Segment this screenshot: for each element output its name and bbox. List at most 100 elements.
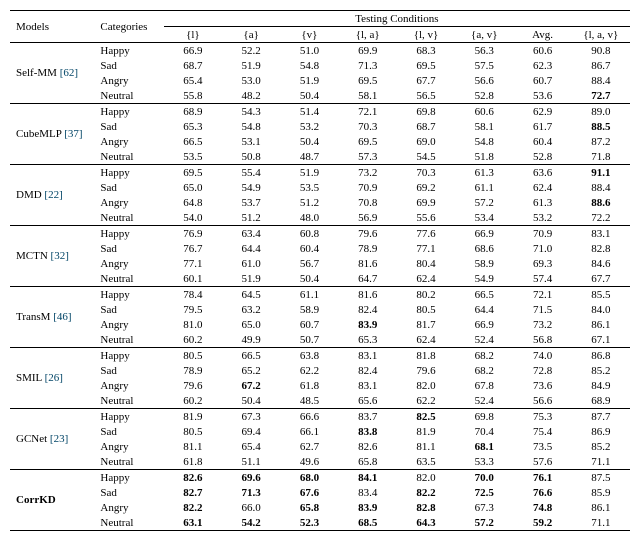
value-cell: 60.7 xyxy=(513,73,571,88)
value-cell: 72.5 xyxy=(455,485,513,500)
value-cell: 50.4 xyxy=(222,393,280,409)
category-name: Sad xyxy=(97,302,163,317)
value-cell: 89.0 xyxy=(572,104,630,120)
value-cell: 49.9 xyxy=(222,332,280,348)
header-col: {l, a} xyxy=(339,27,397,43)
value-cell: 66.6 xyxy=(280,409,338,425)
value-cell: 82.0 xyxy=(397,470,455,486)
value-cell: 82.2 xyxy=(164,500,222,515)
value-cell: 60.7 xyxy=(280,317,338,332)
header-col: Avg. xyxy=(513,27,571,43)
value-cell: 71.5 xyxy=(513,302,571,317)
value-cell: 83.4 xyxy=(339,485,397,500)
category-name: Happy xyxy=(97,43,163,59)
value-cell: 62.4 xyxy=(397,332,455,348)
value-cell: 79.6 xyxy=(397,363,455,378)
value-cell: 68.9 xyxy=(572,393,630,409)
value-cell: 83.1 xyxy=(339,348,397,364)
value-cell: 50.7 xyxy=(280,332,338,348)
category-name: Happy xyxy=(97,226,163,242)
value-cell: 65.3 xyxy=(339,332,397,348)
value-cell: 55.8 xyxy=(164,88,222,104)
value-cell: 66.5 xyxy=(164,134,222,149)
value-cell: 91.1 xyxy=(572,165,630,181)
value-cell: 53.1 xyxy=(222,134,280,149)
value-cell: 82.0 xyxy=(397,378,455,393)
value-cell: 55.4 xyxy=(222,165,280,181)
value-cell: 67.7 xyxy=(397,73,455,88)
value-cell: 61.3 xyxy=(455,165,513,181)
value-cell: 65.8 xyxy=(280,500,338,515)
value-cell: 59.2 xyxy=(513,515,571,531)
category-name: Angry xyxy=(97,195,163,210)
category-name: Neutral xyxy=(97,393,163,409)
value-cell: 73.5 xyxy=(513,439,571,454)
value-cell: 67.7 xyxy=(572,271,630,287)
value-cell: 68.5 xyxy=(339,515,397,531)
value-cell: 66.9 xyxy=(455,226,513,242)
value-cell: 67.1 xyxy=(572,332,630,348)
value-cell: 81.7 xyxy=(397,317,455,332)
value-cell: 85.5 xyxy=(572,287,630,303)
value-cell: 85.2 xyxy=(572,439,630,454)
value-cell: 77.1 xyxy=(397,241,455,256)
value-cell: 51.8 xyxy=(455,149,513,165)
value-cell: 63.5 xyxy=(397,454,455,470)
value-cell: 80.4 xyxy=(397,256,455,271)
value-cell: 52.2 xyxy=(222,43,280,59)
header-col: {l, v} xyxy=(397,27,455,43)
value-cell: 83.1 xyxy=(572,226,630,242)
header-col: {l} xyxy=(164,27,222,43)
value-cell: 69.4 xyxy=(222,424,280,439)
value-cell: 51.9 xyxy=(222,271,280,287)
value-cell: 51.4 xyxy=(280,104,338,120)
value-cell: 60.2 xyxy=(164,393,222,409)
value-cell: 53.7 xyxy=(222,195,280,210)
value-cell: 62.3 xyxy=(513,58,571,73)
value-cell: 53.2 xyxy=(280,119,338,134)
value-cell: 48.2 xyxy=(222,88,280,104)
value-cell: 88.6 xyxy=(572,195,630,210)
value-cell: 68.7 xyxy=(164,58,222,73)
value-cell: 53.5 xyxy=(280,180,338,195)
value-cell: 67.3 xyxy=(222,409,280,425)
model-name: CubeMLP [37] xyxy=(10,104,97,165)
value-cell: 50.4 xyxy=(280,271,338,287)
value-cell: 69.5 xyxy=(397,58,455,73)
value-cell: 73.6 xyxy=(513,378,571,393)
value-cell: 80.5 xyxy=(397,302,455,317)
value-cell: 68.0 xyxy=(280,470,338,486)
value-cell: 78.9 xyxy=(339,241,397,256)
value-cell: 68.2 xyxy=(455,348,513,364)
value-cell: 79.5 xyxy=(164,302,222,317)
value-cell: 72.2 xyxy=(572,210,630,226)
value-cell: 71.1 xyxy=(572,515,630,531)
category-name: Sad xyxy=(97,58,163,73)
value-cell: 73.2 xyxy=(339,165,397,181)
value-cell: 52.8 xyxy=(455,88,513,104)
value-cell: 83.7 xyxy=(339,409,397,425)
value-cell: 56.5 xyxy=(397,88,455,104)
value-cell: 48.0 xyxy=(280,210,338,226)
value-cell: 65.0 xyxy=(164,180,222,195)
value-cell: 62.4 xyxy=(397,271,455,287)
value-cell: 54.8 xyxy=(455,134,513,149)
value-cell: 51.9 xyxy=(280,73,338,88)
value-cell: 57.3 xyxy=(339,149,397,165)
model-name: SMIL [26] xyxy=(10,348,97,409)
value-cell: 65.4 xyxy=(164,73,222,88)
value-cell: 67.3 xyxy=(455,500,513,515)
value-cell: 69.3 xyxy=(513,256,571,271)
value-cell: 83.9 xyxy=(339,500,397,515)
header-col: {a, v} xyxy=(455,27,513,43)
value-cell: 81.8 xyxy=(397,348,455,364)
value-cell: 66.9 xyxy=(164,43,222,59)
value-cell: 53.5 xyxy=(164,149,222,165)
value-cell: 87.7 xyxy=(572,409,630,425)
value-cell: 48.5 xyxy=(280,393,338,409)
value-cell: 65.6 xyxy=(339,393,397,409)
value-cell: 60.1 xyxy=(164,271,222,287)
value-cell: 79.6 xyxy=(339,226,397,242)
value-cell: 54.0 xyxy=(164,210,222,226)
value-cell: 75.3 xyxy=(513,409,571,425)
